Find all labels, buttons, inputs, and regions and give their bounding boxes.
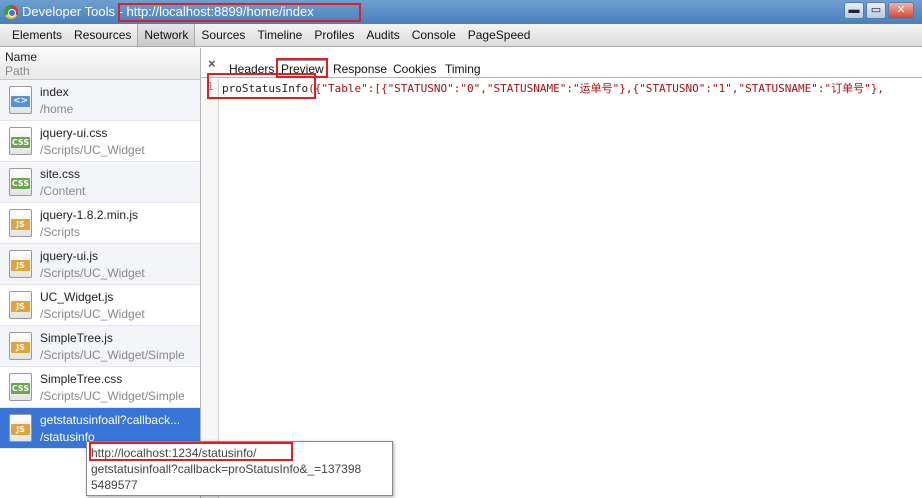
json-text: ({"Table":[{"STATUSNO":"0","STATUSNAME":… [308, 82, 885, 95]
request-name: UC_Widget.js [40, 290, 114, 304]
line-gutter: 1 [201, 79, 219, 498]
url-highlight-box [118, 3, 361, 22]
request-name: index [40, 85, 69, 99]
column-path-header: Path [5, 64, 30, 78]
request-name: jquery-ui.css [40, 126, 108, 140]
js-icon-label: JS [11, 301, 30, 312]
request-path: /Scripts/UC_Widget/Simple [40, 389, 185, 403]
css-icon: CSS [9, 168, 32, 196]
close-button[interactable]: ✕ [888, 2, 914, 19]
tab-response[interactable]: Response [330, 61, 390, 78]
column-name-header: Name [5, 50, 38, 64]
minimize-button[interactable]: ▬ [844, 2, 864, 19]
detail-pane: × Headers Preview Response Cookies Timin… [201, 48, 922, 498]
request-row-jquery-ui-js[interactable]: JS jquery-ui.js /Scripts/UC_Widget [0, 244, 200, 285]
request-name: site.css [40, 167, 81, 181]
tooltip-query-cont: 5489577 [91, 478, 138, 492]
request-path: /Scripts/UC_Widget [40, 266, 145, 280]
request-row-simpletree-css[interactable]: CSS SimpleTree.css /Scripts/UC_Widget/Si… [0, 367, 200, 408]
request-name: getstatusinfoall?callback... [40, 413, 181, 427]
request-name: jquery-ui.js [40, 249, 99, 263]
request-path: /Content [40, 184, 86, 198]
request-list: Name Path <> index /home CSS jquery-ui.c… [0, 48, 201, 498]
request-path: /Scripts/UC_Widget [40, 307, 145, 321]
request-path: /home [40, 102, 74, 116]
code-line: proStatusInfo({"Table":[{"STATUSNO":"0",… [222, 80, 884, 96]
request-row-simpletree-js[interactable]: JS SimpleTree.js /Scripts/UC_Widget/Simp… [0, 326, 200, 367]
panel-tabbar: Elements Resources Network Sources Timel… [0, 24, 922, 47]
css-icon: CSS [9, 127, 32, 155]
request-row-jquery-min-js[interactable]: JS jquery-1.8.2.min.js /Scripts [0, 203, 200, 244]
close-detail-icon[interactable]: × [208, 56, 216, 71]
list-header[interactable]: Name Path [0, 48, 200, 80]
css-icon: CSS [9, 373, 32, 401]
tab-elements[interactable]: Elements [6, 24, 68, 46]
request-path: /Scripts/UC_Widget/Simple [40, 348, 185, 362]
css-icon-label: CSS [11, 383, 30, 394]
js-icon: JS [9, 209, 32, 237]
request-name: jquery-1.8.2.min.js [40, 208, 139, 222]
css-icon-label: CSS [11, 178, 30, 189]
maximize-button[interactable]: ▭ [866, 2, 886, 19]
tab-sources[interactable]: Sources [195, 24, 251, 46]
js-icon-label: JS [11, 424, 30, 435]
js-icon: JS [9, 414, 32, 442]
request-row-uc-widget-js[interactable]: JS UC_Widget.js /Scripts/UC_Widget [0, 285, 200, 326]
doc-icon-label: <> [11, 96, 30, 107]
tab-timeline[interactable]: Timeline [251, 24, 308, 46]
window-title-text: Developer Tools [22, 4, 115, 19]
css-icon-label: CSS [11, 137, 30, 148]
request-row-site-css[interactable]: CSS site.css /Content [0, 162, 200, 203]
js-icon-label: JS [11, 219, 30, 230]
host-highlight-box [89, 442, 293, 461]
tab-audits[interactable]: Audits [360, 24, 405, 46]
tab-resources[interactable]: Resources [68, 24, 137, 46]
tab-cookies[interactable]: Cookies [390, 61, 439, 78]
request-row-jquery-ui-css[interactable]: CSS jquery-ui.css /Scripts/UC_Widget [0, 121, 200, 162]
request-name: SimpleTree.js [40, 331, 113, 345]
tooltip-query: getstatusinfoall?callback=proStatusInfo&… [91, 462, 362, 476]
request-row-index[interactable]: <> index /home [0, 80, 200, 121]
tab-network[interactable]: Network [137, 24, 196, 46]
tab-pagespeed[interactable]: PageSpeed [462, 24, 537, 46]
js-icon: JS [9, 291, 32, 319]
title-bar: Developer Tools - http://localhost:8899/… [0, 0, 922, 24]
tab-profiles[interactable]: Profiles [308, 24, 360, 46]
request-name: SimpleTree.css [40, 372, 123, 386]
preview-content[interactable]: 1 proStatusInfo({"Table":[{"STATUSNO":"0… [201, 73, 922, 498]
js-icon-label: JS [11, 342, 30, 353]
url-tooltip: http://localhost:1234/statusinfo/ getsta… [86, 441, 393, 496]
request-path: /Scripts [40, 225, 81, 239]
doc-icon: <> [9, 86, 32, 114]
window-controls: ▬ ▭ ✕ [844, 2, 914, 19]
tab-timing[interactable]: Timing [442, 61, 484, 78]
js-icon-label: JS [11, 260, 30, 271]
js-icon: JS [9, 332, 32, 360]
js-icon: JS [9, 250, 32, 278]
callback-highlight-box [207, 73, 316, 99]
tab-console[interactable]: Console [406, 24, 462, 46]
chrome-logo-icon [4, 5, 18, 19]
request-path: /Scripts/UC_Widget [40, 143, 145, 157]
